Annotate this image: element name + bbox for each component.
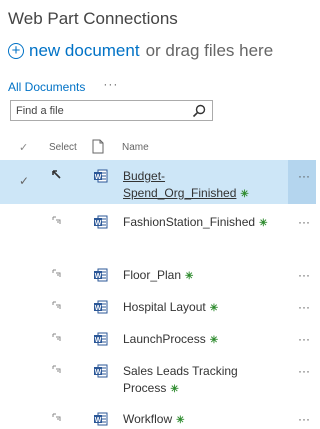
word-document-icon: W <box>94 215 108 229</box>
search-input[interactable] <box>11 101 191 120</box>
word-document-icon: W <box>94 169 108 183</box>
row-select-icon[interactable] <box>52 170 62 180</box>
new-item-icon: ✳ <box>240 189 249 200</box>
page-title: Web Part Connections <box>8 9 178 28</box>
document-name-text[interactable]: Workflow <box>123 412 172 426</box>
list-item[interactable]: ✓ W Budget-Spend_Org_Finished ✳ ··· <box>0 160 316 204</box>
list-item[interactable]: W FashionStation_Finished ✳ ··· <box>0 205 316 257</box>
document-name-text[interactable]: Floor_Plan <box>123 268 181 282</box>
list-item[interactable]: W Floor_Plan ✳ ··· <box>0 262 316 288</box>
document-name-text[interactable]: Sales Leads Tracking Process <box>123 364 238 395</box>
document-name-link[interactable]: LaunchProcess ✳ <box>123 331 273 349</box>
list-item[interactable]: W LaunchProcess ✳ ··· <box>0 326 316 352</box>
new-item-icon: ✳ <box>170 384 179 395</box>
svg-text:W: W <box>95 273 102 280</box>
select-all-checkbox[interactable]: ✓ <box>19 141 28 154</box>
row-select-icon[interactable] <box>52 413 62 423</box>
document-name-link[interactable]: Hospital Layout ✳ <box>123 299 273 317</box>
new-document-area[interactable]: + new document or drag files here <box>8 40 273 62</box>
row-more-options-button[interactable]: ··· <box>298 412 316 426</box>
document-type-icon <box>92 139 104 154</box>
plus-circle-icon[interactable]: + <box>8 43 24 59</box>
new-item-icon: ✳ <box>209 303 219 314</box>
row-select-icon[interactable] <box>52 269 62 279</box>
word-document-icon: W <box>94 364 108 378</box>
new-item-icon: ✳ <box>176 415 185 426</box>
svg-text:W: W <box>95 369 102 376</box>
document-name-link[interactable]: FashionStation_Finished ✳ <box>123 214 273 232</box>
row-more-options-button[interactable]: ··· <box>298 169 316 183</box>
svg-text:W: W <box>95 305 102 312</box>
row-more-options-button[interactable]: ··· <box>298 268 316 282</box>
row-more-options-button[interactable]: ··· <box>298 364 316 378</box>
svg-text:W: W <box>95 174 102 181</box>
list-item[interactable]: W Sales Leads Tracking Process ✳ ··· <box>0 358 316 398</box>
document-name-link[interactable]: Floor_Plan ✳ <box>123 267 273 285</box>
new-item-icon: ✳ <box>185 271 194 282</box>
search-box <box>10 100 213 121</box>
document-name-text[interactable]: LaunchProcess <box>123 332 206 346</box>
row-select-icon[interactable] <box>52 216 62 226</box>
new-document-link[interactable]: new document <box>29 41 140 61</box>
search-icon[interactable] <box>192 104 206 118</box>
document-name-link[interactable]: Sales Leads Tracking Process ✳ <box>123 363 263 398</box>
view-tab-all-documents[interactable]: All Documents <box>8 80 85 94</box>
document-name-text[interactable]: Hospital Layout <box>123 300 206 314</box>
new-item-icon: ✳ <box>259 218 268 229</box>
word-document-icon: W <box>94 332 108 346</box>
list-item[interactable]: W Hospital Layout ✳ ··· <box>0 294 316 320</box>
row-select-icon[interactable] <box>52 333 62 343</box>
word-document-icon: W <box>94 300 108 314</box>
row-checkbox[interactable]: ✓ <box>19 174 29 188</box>
word-document-icon: W <box>94 268 108 282</box>
row-more-options-button[interactable]: ··· <box>298 300 316 314</box>
list-header: ✓ Select Name <box>0 137 316 159</box>
document-name-text[interactable]: FashionStation_Finished <box>123 215 255 229</box>
row-select-icon[interactable] <box>52 365 62 375</box>
select-column-header: Select <box>49 142 77 153</box>
drag-files-hint: or drag files here <box>145 41 274 60</box>
document-name-link[interactable]: Budget-Spend_Org_Finished ✳ <box>123 168 249 203</box>
row-select-icon[interactable] <box>52 301 62 311</box>
more-views-button[interactable]: ··· <box>103 77 118 91</box>
row-more-options-button[interactable]: ··· <box>298 215 316 229</box>
svg-text:W: W <box>95 417 102 424</box>
row-more-options-button[interactable]: ··· <box>298 332 316 346</box>
new-item-icon: ✳ <box>209 335 219 346</box>
view-selector: All Documents ··· <box>8 77 118 94</box>
svg-text:W: W <box>95 337 102 344</box>
list-item[interactable]: W Workflow ✳ ··· <box>0 406 316 429</box>
name-column-header[interactable]: Name <box>122 142 149 153</box>
word-document-icon: W <box>94 412 108 426</box>
document-name-text[interactable]: Budget-Spend_Org_Finished <box>123 169 236 200</box>
document-name-link[interactable]: Workflow ✳ <box>123 411 273 429</box>
svg-text:W: W <box>95 220 102 227</box>
